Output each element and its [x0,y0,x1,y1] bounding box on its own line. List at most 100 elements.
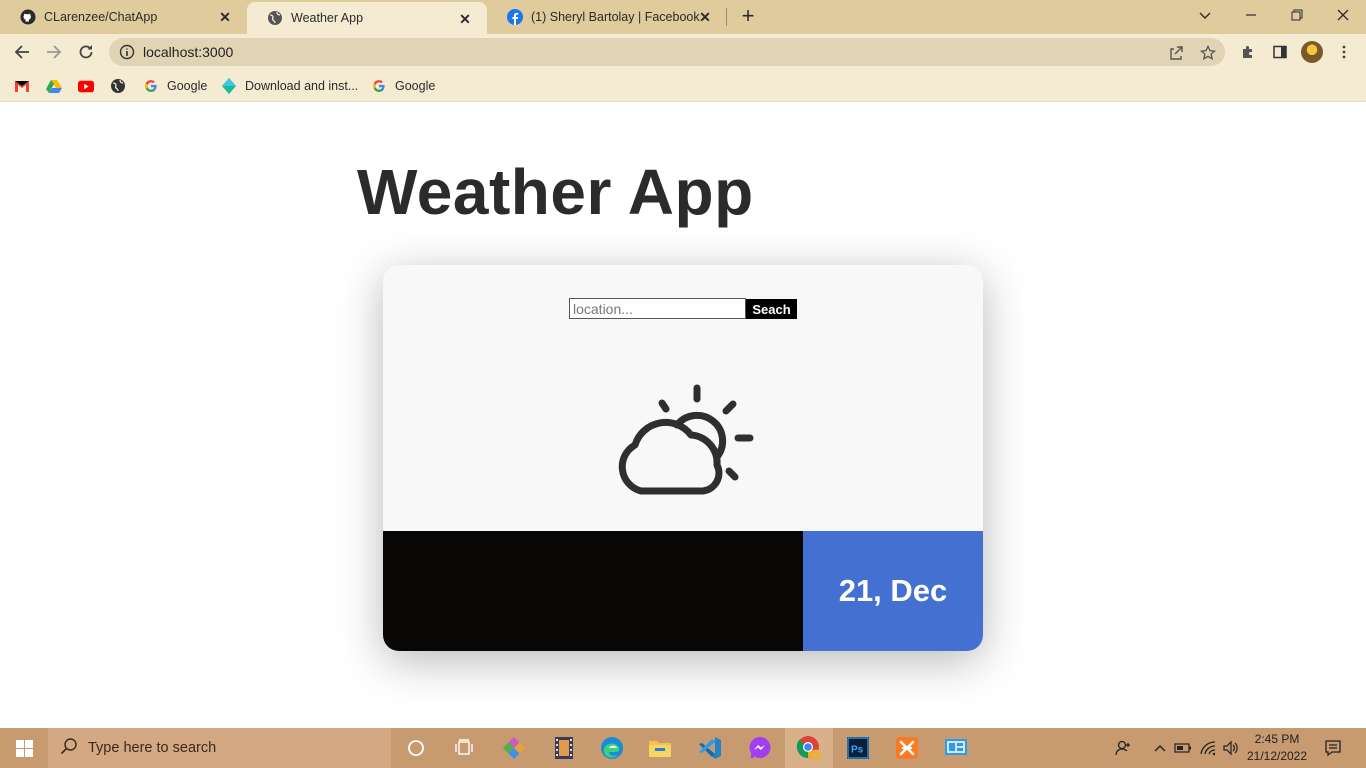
browser-tab-strip: CLarenzee/ChatApp ✕ Weather App ✕ (1) Sh… [0,0,1366,34]
menu-dots-icon[interactable] [1334,42,1354,62]
taskbar-app-photoshop[interactable]: Ps [834,728,882,768]
bookmark-drive[interactable] [46,77,70,95]
search-button[interactable]: Seach [746,299,797,319]
new-tab-button[interactable]: + [737,5,759,28]
tab-label: Weather App [291,11,364,25]
battery-icon[interactable] [1173,738,1193,758]
close-icon[interactable]: ✕ [457,11,473,27]
bookmark-google-1[interactable]: Google [143,77,207,95]
forward-button[interactable] [42,40,66,64]
url-text: localhost:3000 [143,44,234,60]
close-icon[interactable]: ✕ [697,9,713,25]
clock-date: 21/12/2022 [1246,749,1308,763]
weather-details-panel [383,531,803,651]
tab-label: CLarenzee/ChatApp [44,10,158,24]
bookmark-youtube[interactable] [78,77,102,95]
search-form: Seach [569,298,797,319]
share-icon[interactable] [1167,44,1185,62]
cortana-button[interactable] [392,728,440,768]
partly-cloudy-icon [611,383,757,504]
close-icon [1337,9,1349,21]
taskbar-search[interactable]: Type here to search [48,728,391,768]
facebook-icon [507,9,523,25]
date-panel: 21, Dec [803,531,983,651]
tab-separator [726,8,727,26]
info-icon[interactable] [119,44,135,65]
profile-avatar[interactable] [1301,41,1323,63]
taskbar-app-edge[interactable] [588,728,636,768]
start-button[interactable] [0,728,48,768]
clock-time: 2:45 PM [1254,732,1300,746]
arrow-left-icon [14,45,29,59]
close-window-button[interactable] [1320,0,1366,30]
extensions-icon[interactable] [1238,42,1258,62]
address-bar[interactable]: localhost:3000 [109,38,1225,66]
bookmark-label: Download and inst... [245,79,359,93]
colorful-diamond-icon [503,737,525,759]
taskbar-app-film[interactable] [540,728,588,768]
minimize-button[interactable] [1228,0,1274,30]
diamond-icon [221,78,237,94]
taskbar-app-git[interactable] [490,728,538,768]
film-icon [555,737,573,759]
back-button[interactable] [10,40,34,64]
taskbar-clock[interactable]: 2:45 PM 21/12/2022 [1242,731,1312,765]
chevron-up-icon[interactable] [1150,738,1170,758]
folder-icon [649,741,671,757]
globe-icon [267,10,283,26]
taskbar-app-vscode[interactable] [686,728,734,768]
chrome-icon [796,736,822,761]
side-panel-icon[interactable] [1270,42,1290,62]
xampp-icon [896,737,918,759]
google-icon [371,78,387,94]
task-view-icon [455,739,473,755]
volume-icon[interactable] [1221,738,1241,758]
tab-search-button[interactable] [1182,0,1228,30]
tab-chatapp[interactable]: CLarenzee/ChatApp ✕ [0,0,247,34]
bookmark-download[interactable]: Download and inst... [221,77,358,95]
photoshop-icon: Ps [847,737,869,759]
taskbar-app-xampp[interactable] [883,728,931,768]
reload-button[interactable] [74,40,98,64]
bookmark-google-2[interactable]: Google [371,77,435,95]
browser-toolbar: localhost:3000 [0,34,1366,70]
bookmarks-bar: Google Download and inst... Google [0,70,1366,102]
bookmark-label: Google [167,79,208,93]
tab-facebook[interactable]: (1) Sheryl Bartolay | Facebook ✕ [487,0,727,34]
drive-icon [46,78,62,94]
taskbar-app-control-panel[interactable] [932,728,980,768]
cortana-icon [408,740,424,756]
control-panel-icon [945,739,967,755]
windows-icon [15,739,33,757]
bookmark-label: Google [395,79,436,93]
restore-icon [1291,9,1303,21]
restore-button[interactable] [1274,0,1320,30]
taskbar-app-chrome[interactable] [785,728,833,768]
edge-icon [601,737,623,759]
globe-icon [110,78,126,94]
page-title: Weather App [357,156,754,228]
location-input[interactable] [569,298,746,319]
task-view-button[interactable] [440,728,488,768]
tab-weather-app[interactable]: Weather App ✕ [247,2,487,34]
tab-label: (1) Sheryl Bartolay | Facebook [531,10,700,24]
google-icon [143,78,159,94]
svg-text:Ps: Ps [851,745,864,756]
close-icon[interactable]: ✕ [217,9,233,25]
weather-card: Seach 21, Dec [383,265,983,651]
bookmark-globe[interactable] [110,77,134,95]
taskbar-search-placeholder: Type here to search [88,740,217,756]
date-text: 21, Dec [838,573,948,608]
messenger-icon [749,737,771,759]
people-icon[interactable] [1114,738,1134,758]
notification-icon[interactable] [1323,738,1343,758]
arrow-right-icon [47,45,62,59]
github-icon [20,9,36,25]
gmail-icon [14,78,30,94]
youtube-icon [78,78,94,94]
wifi-icon[interactable] [1198,738,1218,758]
taskbar-app-messenger[interactable] [736,728,784,768]
star-icon[interactable] [1199,44,1217,62]
taskbar-app-explorer[interactable] [636,728,684,768]
bookmark-gmail[interactable] [14,77,38,95]
